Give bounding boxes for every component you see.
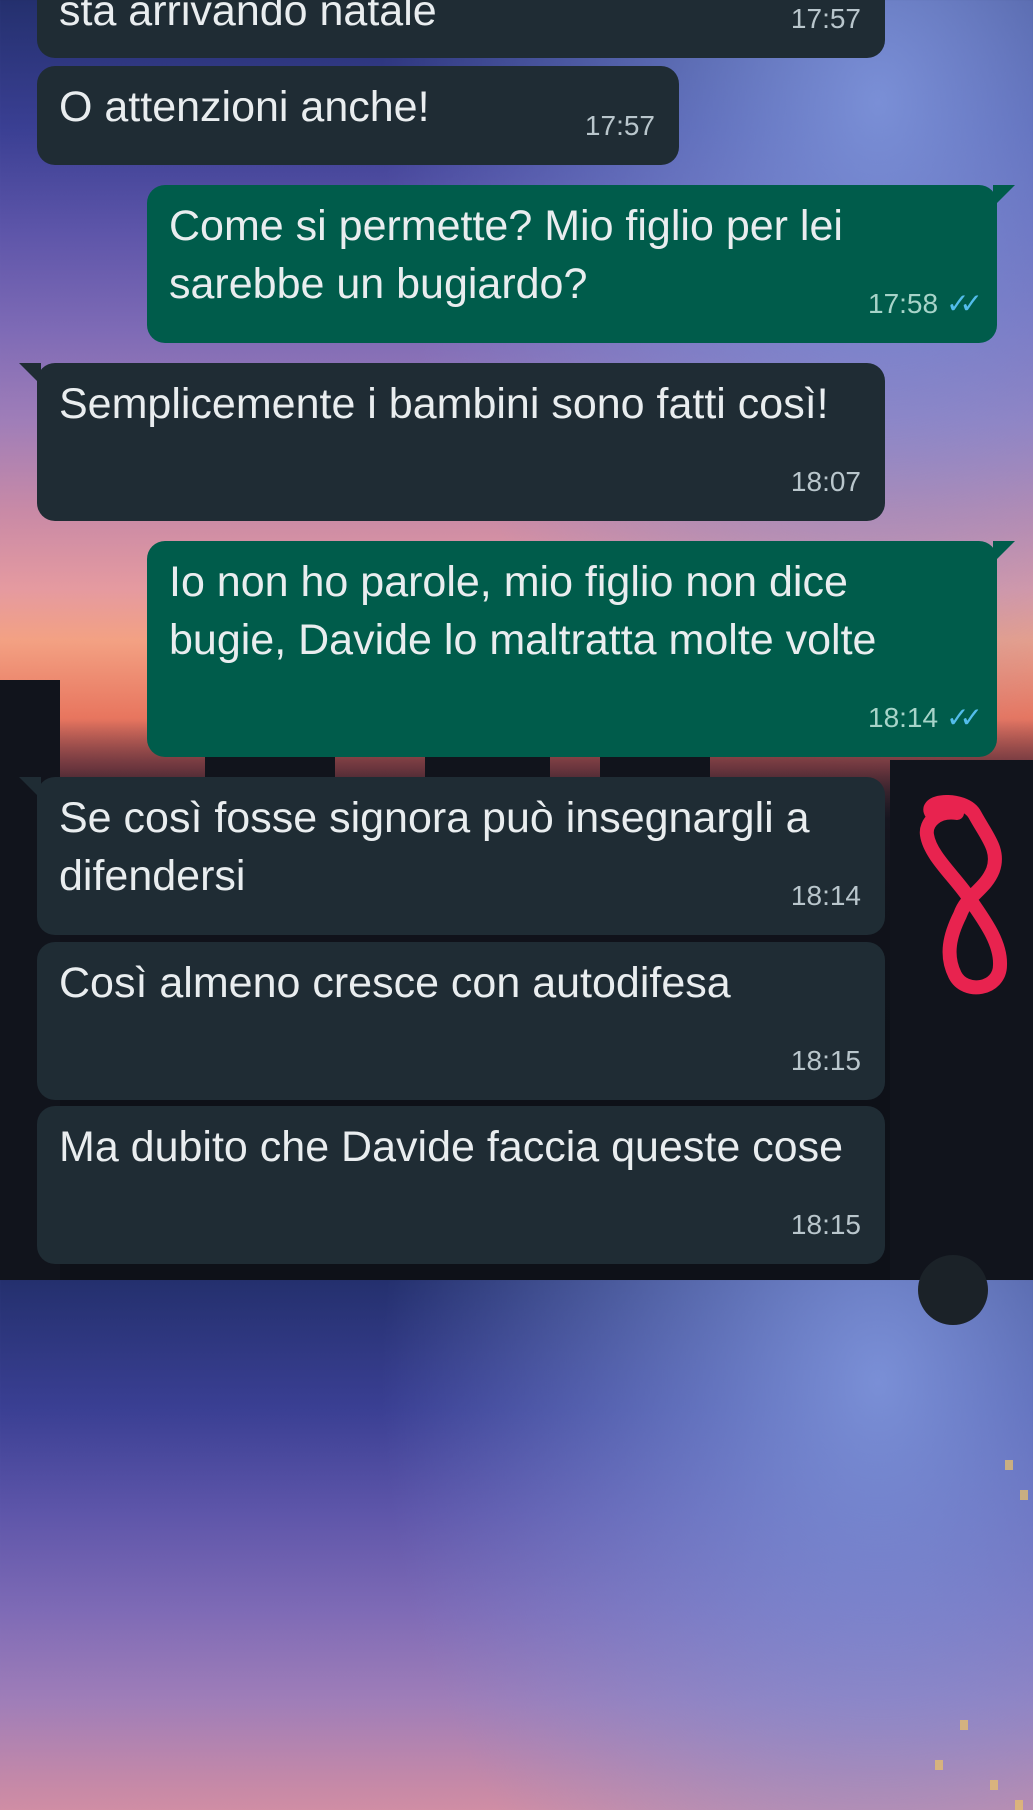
message-time: 18:07 <box>790 466 861 497</box>
message-time: 18:14 <box>790 880 861 911</box>
message-incoming[interactable]: Così almeno cresce con autodifesa 18:15 <box>37 942 885 1100</box>
read-ticks-icon: ✓✓ <box>946 702 983 733</box>
message-text: Così almeno cresce con autodifesa <box>59 959 731 1007</box>
message-incoming[interactable]: Ma dubito che Davide faccia queste cose … <box>37 1106 885 1264</box>
scroll-down-button[interactable] <box>918 1255 988 1325</box>
message-time: 18:14 <box>868 702 939 733</box>
message-meta: 18:14 <box>791 867 861 925</box>
message-text: sta arrivando natale <box>59 0 437 35</box>
message-time: 18:15 <box>790 1209 861 1240</box>
message-outgoing[interactable]: Io non ho parole, mio figlio non dice bu… <box>147 541 1015 757</box>
message-outgoing[interactable]: Come si permette? Mio figlio per lei sar… <box>147 185 1015 343</box>
message-meta: 17:57 <box>585 97 655 155</box>
message-text: Semplicemente i bambini sono fatti così! <box>59 380 829 428</box>
message-time: 18:15 <box>790 1045 861 1076</box>
message-incoming[interactable]: Semplicemente i bambini sono fatti così!… <box>19 363 885 521</box>
message-text: Se così fosse signora può insegnargli a … <box>59 794 822 900</box>
message-text: Ma dubito che Davide faccia queste cose <box>59 1123 844 1171</box>
message-incoming[interactable]: sta arrivando natale 17:57 <box>37 0 885 58</box>
message-meta: 18:07 <box>791 453 861 511</box>
message-time: 17:57 <box>584 110 655 141</box>
read-ticks-icon: ✓✓ <box>946 288 983 319</box>
message-meta: 18:14 ✓✓ <box>868 689 983 747</box>
message-incoming[interactable]: O attenzioni anche! 17:57 <box>37 66 679 165</box>
message-incoming[interactable]: Se così fosse signora può insegnargli a … <box>19 777 885 935</box>
message-meta: 18:15 <box>791 1032 861 1090</box>
message-text: O attenzioni anche! <box>59 83 430 131</box>
message-text: Io non ho parole, mio figlio non dice bu… <box>169 558 877 664</box>
message-meta: 17:58 ✓✓ <box>868 275 983 333</box>
message-time: 17:58 <box>868 288 939 319</box>
message-meta: 17:57 <box>791 0 861 48</box>
red-scribble-annotation <box>919 795 1007 995</box>
message-text: Come si permette? Mio figlio per lei sar… <box>169 202 855 308</box>
message-time: 17:57 <box>790 3 861 34</box>
message-meta: 18:15 <box>791 1196 861 1254</box>
